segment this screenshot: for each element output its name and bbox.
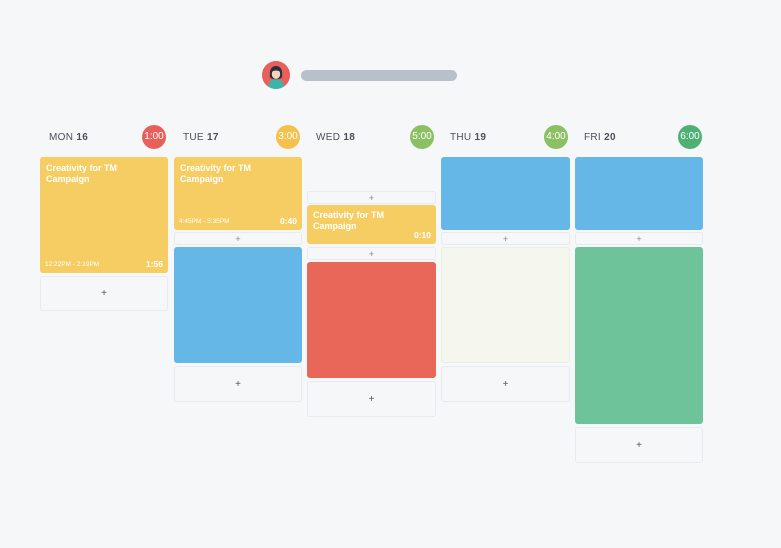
event-time: 12:22PM - 2:19PM <box>45 261 100 268</box>
user-avatar-icon[interactable] <box>262 61 290 89</box>
day-header-tue: TUE 17 3:00 <box>183 125 303 149</box>
event-duration: 0:10 <box>413 230 431 240</box>
event-time: 4:45PM - 5:35PM <box>179 218 230 225</box>
add-slot-button[interactable]: + <box>575 232 703 245</box>
add-slot-button[interactable]: + <box>307 381 436 417</box>
day-header-thu: THU 19 4:00 <box>450 125 570 149</box>
add-slot-button[interactable]: + <box>174 232 302 245</box>
day-total-badge: 6:00 <box>678 125 702 149</box>
event-block[interactable] <box>575 247 703 424</box>
event-duration: 0:40 <box>279 216 297 226</box>
user-name-placeholder <box>301 70 457 81</box>
day-label: MON 16 <box>49 132 89 143</box>
day-header-mon: MON 16 1:00 <box>49 125 169 149</box>
event-title: Creativity for TM Campaign <box>180 163 252 184</box>
day-total-badge: 1:00 <box>142 125 166 149</box>
day-header-wed: WED 18 5:00 <box>316 125 436 149</box>
event-title: Creativity for TM Campaign <box>313 210 385 231</box>
add-slot-button[interactable]: + <box>40 276 168 311</box>
event-block[interactable] <box>575 157 703 230</box>
event-card-tue[interactable]: Creativity for TM Campaign 4:45PM - 5:35… <box>174 157 302 230</box>
day-total-badge: 4:00 <box>544 125 568 149</box>
event-title: Creativity for TM Campaign <box>46 163 118 184</box>
add-slot-button[interactable]: + <box>575 427 703 463</box>
add-slot-button[interactable]: + <box>441 232 570 245</box>
day-label: TUE 17 <box>183 132 219 143</box>
day-label: THU 19 <box>450 132 487 143</box>
empty-block[interactable] <box>441 247 570 363</box>
event-card-wed[interactable]: Creativity for TM Campaign 0:10 <box>307 205 436 244</box>
day-header-fri: FRI 20 6:00 <box>584 125 704 149</box>
add-slot-button[interactable]: + <box>441 366 570 402</box>
event-block[interactable] <box>174 247 302 363</box>
event-block[interactable] <box>441 157 570 230</box>
add-slot-button[interactable]: + <box>174 366 302 402</box>
day-label: FRI 20 <box>584 132 616 143</box>
add-slot-button[interactable]: + <box>307 247 436 260</box>
day-total-badge: 5:00 <box>410 125 434 149</box>
day-total-badge: 3:00 <box>276 125 300 149</box>
event-block[interactable] <box>307 262 436 378</box>
event-card-mon[interactable]: Creativity for TM Campaign 12:22PM - 2:1… <box>40 157 168 273</box>
event-duration: 1:56 <box>145 259 163 269</box>
day-label: WED 18 <box>316 132 356 143</box>
add-slot-button[interactable]: + <box>307 191 436 204</box>
